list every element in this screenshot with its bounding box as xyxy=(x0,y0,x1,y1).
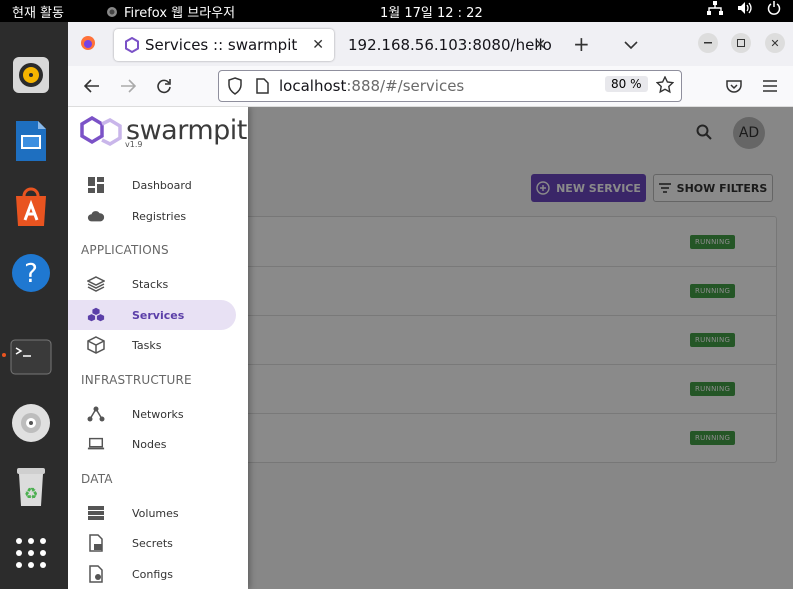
close-tab-icon[interactable]: ✕ xyxy=(312,37,324,53)
app-name: Firefox 웹 브라우저 xyxy=(124,6,236,21)
sidebar-item-nodes[interactable]: Nodes xyxy=(68,429,236,459)
sidebar-item-label: Tasks xyxy=(132,338,162,352)
navigation-toolbar: localhost:888/#/services 80 % xyxy=(68,66,793,107)
dashboard-icon xyxy=(87,176,105,194)
configs-icon xyxy=(87,565,105,583)
terminal-icon[interactable] xyxy=(10,336,52,378)
swarmpit-logo[interactable]: swarmpit xyxy=(78,115,247,146)
volume-icon xyxy=(738,2,752,14)
sidebar-item-label: Dashboard xyxy=(132,178,192,192)
close-window-icon[interactable]: ✕ xyxy=(765,33,785,53)
clock[interactable]: 1월 17일 12 : 22 xyxy=(380,2,483,21)
hamburger-menu-icon[interactable] xyxy=(758,74,782,98)
minimize-icon[interactable] xyxy=(698,33,718,53)
cloud-icon xyxy=(87,207,105,225)
pocket-icon[interactable] xyxy=(722,74,746,98)
svg-text:♻: ♻ xyxy=(24,484,38,503)
volumes-icon xyxy=(87,504,105,522)
sidebar-item-dashboard[interactable]: Dashboard xyxy=(68,170,236,200)
sidebar-item-label: Registries xyxy=(132,209,187,223)
sidebar-item-label: Configs xyxy=(132,567,174,581)
app-grid-icon[interactable] xyxy=(10,532,52,574)
running-indicator xyxy=(2,353,6,357)
sidebar-item-secrets[interactable]: Secrets xyxy=(68,528,236,558)
section-infrastructure: INFRASTRUCTURE xyxy=(81,373,192,387)
sidebar-item-label: Volumes xyxy=(132,506,179,520)
nodes-icon xyxy=(87,435,105,453)
bookmark-star-icon[interactable] xyxy=(655,75,675,98)
sidebar-item-tasks[interactable]: Tasks xyxy=(68,330,236,360)
close-tab-icon[interactable]: ✕ xyxy=(534,37,546,53)
sidebar-item-stacks[interactable]: Stacks xyxy=(68,269,236,299)
firefox-view-icon[interactable] xyxy=(80,35,96,55)
networks-icon xyxy=(87,405,105,423)
tab-strip: Services :: swarmpit ✕ 192.168.56.103:80… xyxy=(68,22,793,66)
sidebar-item-label: Services xyxy=(132,308,185,322)
back-arrow-icon[interactable] xyxy=(80,74,104,98)
dvd-icon[interactable] xyxy=(10,402,52,444)
network-icon xyxy=(707,1,723,15)
sidebar-item-label: Secrets xyxy=(132,536,173,550)
sidebar-drawer: swarmpit v1.9 Dashboard Registries APPLI… xyxy=(68,107,248,589)
tab-title: 192.168.56.103:8080/hello xyxy=(348,36,552,54)
firefox-small-icon xyxy=(107,6,117,17)
trash-icon[interactable]: ♻ xyxy=(10,466,52,508)
dock: ? ♻ xyxy=(0,22,68,589)
tab-title: Services :: swarmpit xyxy=(145,36,298,54)
swarmpit-logo-icon xyxy=(80,115,122,146)
section-data: DATA xyxy=(81,472,113,486)
app-center-icon[interactable] xyxy=(10,186,52,228)
swarmpit-favicon xyxy=(124,36,140,57)
zoom-level[interactable]: 80 % xyxy=(605,76,648,92)
new-tab-icon[interactable]: + xyxy=(573,32,590,56)
help-icon[interactable]: ? xyxy=(10,252,52,294)
section-applications: APPLICATIONS xyxy=(81,243,169,257)
maximize-icon[interactable] xyxy=(731,33,751,53)
system-tray[interactable] xyxy=(707,1,781,15)
sidebar-item-registries[interactable]: Registries xyxy=(68,201,236,231)
tab-hello[interactable]: 192.168.56.103:8080/hello ✕ xyxy=(340,29,556,61)
services-icon xyxy=(87,306,105,324)
web-content: AD NEW SERVICE SHOW FILTERS RUNNING RUNN… xyxy=(68,107,793,589)
url-text[interactable]: localhost:888/#/services xyxy=(279,77,464,95)
forward-arrow-icon[interactable] xyxy=(116,74,140,98)
rhythmbox-icon[interactable] xyxy=(10,54,52,96)
app-menu[interactable]: Firefox 웹 브라우저 xyxy=(106,2,235,21)
sidebar-item-networks[interactable]: Networks xyxy=(68,399,236,429)
url-bar[interactable]: localhost:888/#/services 80 % xyxy=(218,70,682,102)
svg-text:?: ? xyxy=(24,259,38,289)
list-all-tabs-icon[interactable] xyxy=(624,35,638,54)
logo-text: swarmpit xyxy=(126,115,247,146)
url-host: localhost xyxy=(279,77,347,95)
reload-icon[interactable] xyxy=(152,74,176,98)
sidebar-item-label: Stacks xyxy=(132,277,169,291)
tasks-icon xyxy=(87,336,105,354)
libreoffice-impress-icon[interactable] xyxy=(10,120,52,162)
url-path: :888/#/services xyxy=(346,77,465,95)
sidebar-item-label: Networks xyxy=(132,407,184,421)
sidebar-item-label: Nodes xyxy=(132,437,167,451)
sidebar-item-configs[interactable]: Configs xyxy=(68,559,236,589)
secrets-icon xyxy=(87,534,105,552)
tab-services-swarmpit[interactable]: Services :: swarmpit ✕ xyxy=(114,29,334,61)
activities-button[interactable]: 현재 활동 xyxy=(12,2,64,21)
power-icon xyxy=(767,1,781,15)
stacks-icon xyxy=(87,275,105,293)
sidebar-item-volumes[interactable]: Volumes xyxy=(68,498,236,528)
shield-icon[interactable] xyxy=(227,77,243,99)
page-info-icon[interactable] xyxy=(255,78,269,98)
system-top-bar: 현재 활동 Firefox 웹 브라우저 1월 17일 12 : 22 xyxy=(0,0,793,22)
version-label: v1.9 xyxy=(125,140,143,149)
sidebar-item-services[interactable]: Services xyxy=(68,300,236,330)
